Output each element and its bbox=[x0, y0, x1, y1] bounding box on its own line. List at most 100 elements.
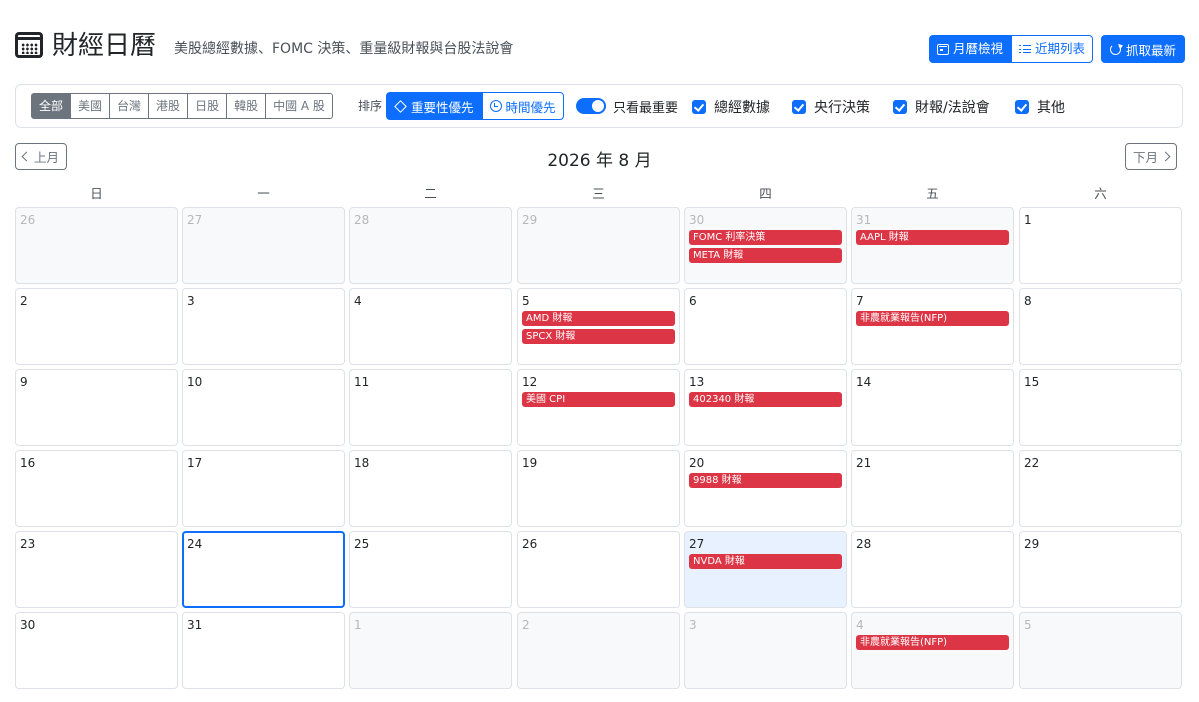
event-badge[interactable]: 9988 財報 bbox=[689, 473, 842, 488]
filter-bar: 全部 美國 台灣 港股 日股 韓股 中國 A 股 排序 重要性優先 時間優先 只… bbox=[15, 84, 1183, 128]
checkbox-checked-icon bbox=[1015, 100, 1029, 114]
calendar-day-cell[interactable]: 9 bbox=[15, 369, 178, 446]
event-list: 非農就業報告(NFP) bbox=[856, 311, 1009, 326]
calendar-day-cell[interactable]: 27 bbox=[182, 207, 345, 284]
calendar-day-cell[interactable]: 28 bbox=[349, 207, 512, 284]
calendar-day-cell[interactable]: 6 bbox=[684, 288, 847, 365]
calendar-day-cell[interactable]: 28 bbox=[851, 531, 1014, 608]
event-list: 美國 CPI bbox=[522, 392, 675, 407]
calendar-day-cell[interactable]: 1 bbox=[1019, 207, 1182, 284]
event-badge[interactable]: 402340 財報 bbox=[689, 392, 842, 407]
calendar-day-cell[interactable]: 3 bbox=[684, 612, 847, 689]
day-number: 31 bbox=[187, 618, 203, 632]
market-us-button[interactable]: 美國 bbox=[71, 93, 111, 119]
calendar-day-cell[interactable]: 23 bbox=[15, 531, 178, 608]
calendar-day-cell[interactable]: 1 bbox=[349, 612, 512, 689]
list-view-label: 近期列表 bbox=[1035, 41, 1086, 56]
day-number: 8 bbox=[1024, 294, 1032, 308]
calendar-day-cell[interactable]: 17 bbox=[182, 450, 345, 527]
event-badge[interactable]: 非農就業報告(NFP) bbox=[856, 635, 1009, 650]
day-number: 3 bbox=[187, 294, 195, 308]
event-badge[interactable]: 美國 CPI bbox=[522, 392, 675, 407]
calendar-day-cell[interactable]: 20 9988 財報 bbox=[684, 450, 847, 527]
calendar-day-cell[interactable]: 14 bbox=[851, 369, 1014, 446]
next-month-button[interactable]: 下月 bbox=[1125, 143, 1178, 170]
calendar-day-cell[interactable]: 16 bbox=[15, 450, 178, 527]
day-number: 29 bbox=[522, 213, 538, 227]
month-view-button[interactable]: 月曆檢視 bbox=[929, 35, 1012, 63]
calendar-day-cell[interactable]: 19 bbox=[517, 450, 680, 527]
checkbox-checked-icon bbox=[893, 100, 907, 114]
market-tw-button[interactable]: 台灣 bbox=[110, 93, 150, 119]
market-kr-button[interactable]: 韓股 bbox=[227, 93, 267, 119]
calendar-day-cell[interactable]: 31 AAPL 財報 bbox=[851, 207, 1014, 284]
calendar-day-cell[interactable]: 29 bbox=[1019, 531, 1182, 608]
calendar-day-cell[interactable]: 26 bbox=[15, 207, 178, 284]
calendar-day-cell[interactable]: 11 bbox=[349, 369, 512, 446]
calendar-day-cell[interactable]: 21 bbox=[851, 450, 1014, 527]
calendar-day-cell[interactable]: 5 bbox=[1019, 612, 1182, 689]
sort-toggle-group: 重要性優先 時間優先 bbox=[386, 92, 564, 120]
calendar-day-cell[interactable]: 7 非農就業報告(NFP) bbox=[851, 288, 1014, 365]
calendar-day-cell[interactable]: 12 美國 CPI bbox=[517, 369, 680, 446]
market-hk-button[interactable]: 港股 bbox=[149, 93, 189, 119]
day-number: 13 bbox=[689, 375, 705, 389]
calendar-day-cell[interactable]: 25 bbox=[349, 531, 512, 608]
event-badge[interactable]: AMD 財報 bbox=[522, 311, 675, 326]
calendar-day-cell[interactable]: 15 bbox=[1019, 369, 1182, 446]
calendar-day-cell[interactable]: 10 bbox=[182, 369, 345, 446]
event-badge[interactable]: META 財報 bbox=[689, 248, 842, 263]
sort-time-button[interactable]: 時間優先 bbox=[481, 92, 564, 120]
calendar-day-cell[interactable]: 22 bbox=[1019, 450, 1182, 527]
calendar-day-cell[interactable]: 4 bbox=[349, 288, 512, 365]
calendar-day-cell[interactable]: 2 bbox=[15, 288, 178, 365]
important-only-switch[interactable] bbox=[576, 98, 606, 114]
calendar-day-cell[interactable]: 4 非農就業報告(NFP) bbox=[851, 612, 1014, 689]
category-macro-checkbox[interactable]: 總經數據 bbox=[692, 97, 770, 117]
sort-importance-button[interactable]: 重要性優先 bbox=[386, 92, 482, 120]
market-jp-button[interactable]: 日股 bbox=[188, 93, 228, 119]
category-earnings-checkbox[interactable]: 財報/法說會 bbox=[893, 97, 990, 117]
calendar-day-cell[interactable]: 13 402340 財報 bbox=[684, 369, 847, 446]
calendar-day-cell[interactable]: 3 bbox=[182, 288, 345, 365]
calendar-day-cell[interactable]: 27 NVDA 財報 bbox=[684, 531, 847, 608]
day-number: 3 bbox=[689, 618, 697, 632]
fetch-latest-label: 抓取最新 bbox=[1126, 42, 1177, 58]
category-central-bank-checkbox[interactable]: 央行決策 bbox=[792, 97, 870, 117]
category-other-checkbox[interactable]: 其他 bbox=[1015, 97, 1065, 117]
calendar-day-cell-today[interactable]: 24 bbox=[182, 531, 345, 608]
day-number: 28 bbox=[856, 537, 872, 551]
category-other-label: 其他 bbox=[1037, 100, 1065, 116]
calendar-day-cell[interactable]: 2 bbox=[517, 612, 680, 689]
page-subtitle: 美股總經數據、FOMC 決策、重量級財報與台股法說會 bbox=[174, 41, 514, 57]
day-number: 11 bbox=[354, 375, 370, 389]
event-badge[interactable]: 非農就業報告(NFP) bbox=[856, 311, 1009, 326]
calendar-day-cell[interactable]: 30 FOMC 利率決策 META 財報 bbox=[684, 207, 847, 284]
calendar-day-cell[interactable]: 29 bbox=[517, 207, 680, 284]
calendar-day-cell[interactable]: 18 bbox=[349, 450, 512, 527]
event-list: 402340 財報 bbox=[689, 392, 842, 407]
day-number: 15 bbox=[1024, 375, 1040, 389]
important-only-label: 只看最重要 bbox=[613, 101, 679, 116]
event-badge[interactable]: FOMC 利率決策 bbox=[689, 230, 842, 245]
calendar-day-cell[interactable]: 30 bbox=[15, 612, 178, 689]
market-all-button[interactable]: 全部 bbox=[31, 93, 72, 119]
calendar-day-cell[interactable]: 5 AMD 財報 SPCX 財報 bbox=[517, 288, 680, 365]
event-badge[interactable]: SPCX 財報 bbox=[522, 329, 675, 344]
event-list: NVDA 財報 bbox=[689, 554, 842, 569]
clock-icon bbox=[489, 100, 502, 112]
weekday-header: 日 bbox=[90, 186, 103, 201]
day-number: 18 bbox=[354, 456, 370, 470]
day-number: 25 bbox=[354, 537, 370, 551]
calendar-day-cell[interactable]: 31 bbox=[182, 612, 345, 689]
event-badge[interactable]: AAPL 財報 bbox=[856, 230, 1009, 245]
day-number: 24 bbox=[187, 537, 203, 551]
list-view-button[interactable]: 近期列表 bbox=[1011, 35, 1094, 63]
page-title: 財經日曆 bbox=[52, 31, 157, 61]
calendar-day-cell[interactable]: 8 bbox=[1019, 288, 1182, 365]
market-filter-group: 全部 美國 台灣 港股 日股 韓股 中國 A 股 bbox=[31, 93, 333, 119]
fetch-latest-button[interactable]: 抓取最新 bbox=[1101, 35, 1186, 63]
market-cn-button[interactable]: 中國 A 股 bbox=[266, 93, 333, 119]
event-badge[interactable]: NVDA 財報 bbox=[689, 554, 842, 569]
calendar-day-cell[interactable]: 26 bbox=[517, 531, 680, 608]
